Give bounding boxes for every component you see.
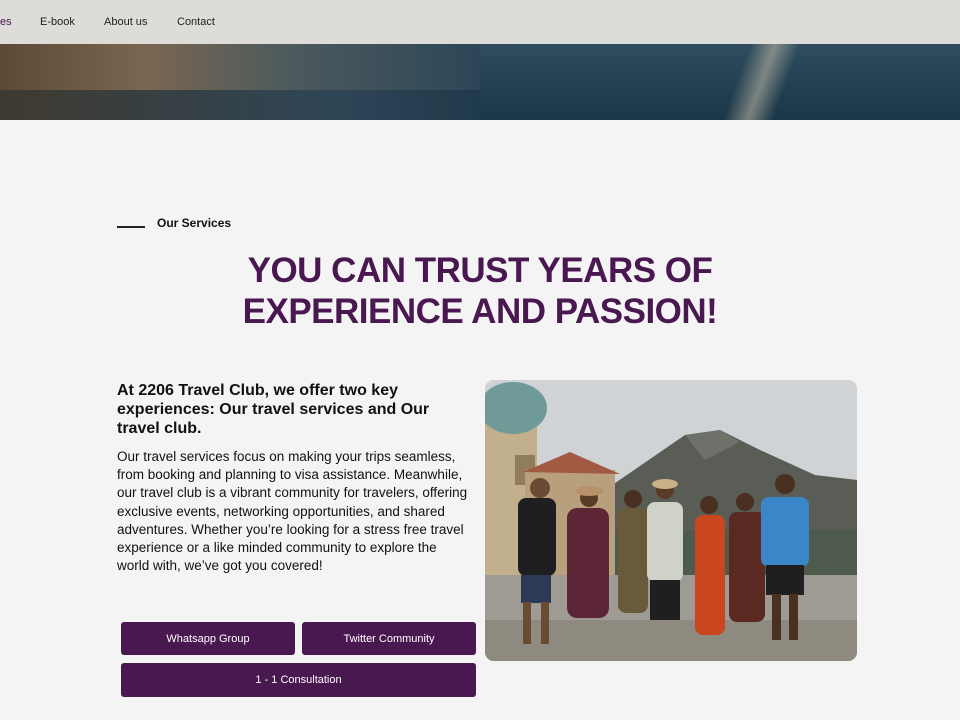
harbor-boats-image bbox=[0, 44, 480, 120]
eyebrow-divider bbox=[117, 226, 145, 228]
headline-line-2: EXPERIENCE AND PASSION! bbox=[242, 292, 718, 331]
services-description: Our travel services focus on making your… bbox=[117, 449, 468, 574]
eyebrow-label: Our Services bbox=[157, 216, 232, 230]
services-subheading: At 2206 Travel Club, we offer two key ex… bbox=[117, 382, 430, 437]
nav-item-services[interactable]: es bbox=[0, 16, 12, 28]
nav-item-about-us[interactable]: About us bbox=[104, 16, 147, 28]
whatsapp-group-button[interactable]: Whatsapp Group bbox=[121, 622, 295, 655]
headline-line-1: YOU CAN TRUST YEARS OF bbox=[247, 251, 713, 290]
nav-item-ebook[interactable]: E-book bbox=[40, 16, 75, 28]
twitter-community-button[interactable]: Twitter Community bbox=[302, 622, 476, 655]
section-headline: YOU CAN TRUST YEARS OF EXPERIENCE AND PA… bbox=[0, 250, 960, 332]
sail-image bbox=[700, 44, 840, 120]
section-eyebrow: Our Services bbox=[117, 216, 231, 230]
consultation-button[interactable]: 1 - 1 Consultation bbox=[121, 663, 476, 697]
group-travel-photo bbox=[485, 380, 857, 661]
top-navbar: es E-book About us Contact bbox=[0, 0, 960, 44]
group-photo-illustration bbox=[485, 380, 857, 661]
nav-item-contact[interactable]: Contact bbox=[177, 16, 215, 28]
